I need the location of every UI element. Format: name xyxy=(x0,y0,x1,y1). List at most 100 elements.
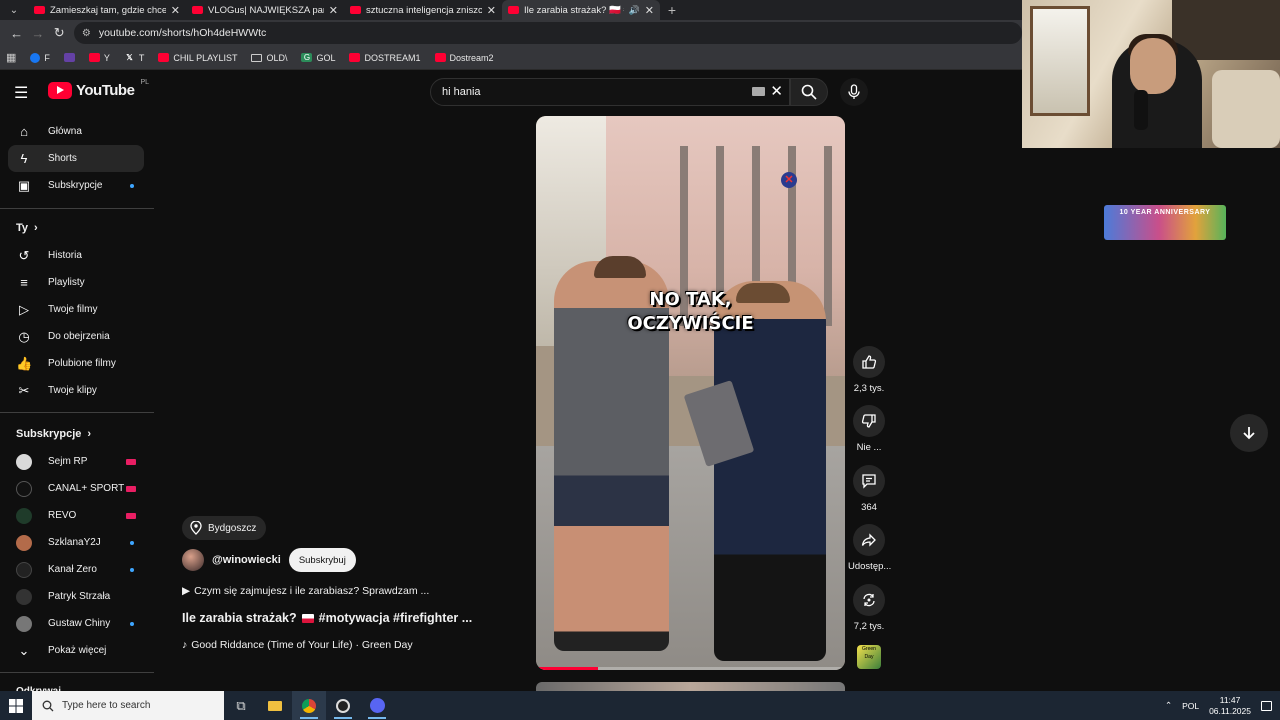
bookmark-facebook[interactable]: F xyxy=(30,52,50,63)
bookmark-youtube[interactable]: Y xyxy=(88,53,110,63)
logo-text: YouTube xyxy=(76,82,135,99)
youtube-play-icon xyxy=(48,82,72,99)
next-short-preview[interactable] xyxy=(536,682,845,691)
playlists-icon: ≡ xyxy=(20,275,28,290)
close-tab-icon[interactable]: ✕ xyxy=(329,4,338,17)
apps-grid-icon[interactable]: ▦ xyxy=(6,51,16,64)
sidebar-item-your-videos[interactable]: ▷ Twoje filmy xyxy=(8,296,144,323)
description-row[interactable]: ▶ Czym się zajmujesz i ile zarabiasz? Sp… xyxy=(182,585,429,597)
microphone-icon xyxy=(848,84,860,99)
music-row[interactable]: ♪ Good Riddance (Time of Your Life) · Gr… xyxy=(182,639,413,651)
dislike-action[interactable]: Nie ... xyxy=(848,405,890,453)
subscription-item[interactable]: Patryk Strzała xyxy=(8,583,144,610)
subscription-item[interactable]: Gustaw Chiny xyxy=(8,610,144,637)
sidebar-item-liked[interactable]: 👍 Polubione filmy xyxy=(8,350,144,377)
notifications-icon[interactable] xyxy=(1261,700,1272,711)
language-indicator[interactable]: POL xyxy=(1182,701,1199,711)
sidebar-item-shorts[interactable]: ϟ Shorts xyxy=(8,145,144,172)
video-title[interactable]: Ile zarabia strażak? #motywacja #firefig… xyxy=(182,611,472,625)
subscription-item[interactable]: CANAL+ SPORT xyxy=(8,475,144,502)
search-input[interactable]: hi hania ✕ xyxy=(430,78,790,106)
task-view-icon[interactable]: ⧉ xyxy=(224,691,258,720)
browser-tab[interactable]: VLOGus| NAJWIĘKSZA parada ✕ xyxy=(186,0,344,20)
voice-search-button[interactable] xyxy=(840,78,868,106)
like-button[interactable] xyxy=(853,346,885,378)
comments-action[interactable]: 364 xyxy=(848,465,890,513)
subscription-item[interactable]: Kanał Zero xyxy=(8,556,144,583)
youtube-favicon-icon xyxy=(508,6,519,14)
sidebar-item-playlists[interactable]: ≡ Playlisty xyxy=(8,269,144,296)
bookmark-label: Dostream2 xyxy=(449,52,494,63)
show-more-button[interactable]: ⌄ Pokaż więcej xyxy=(8,637,144,664)
dislike-button[interactable] xyxy=(853,405,885,437)
bookmark-twitch[interactable] xyxy=(63,53,75,62)
reload-icon[interactable]: ↻ xyxy=(49,25,70,41)
taskbar-search-input[interactable]: Type here to search xyxy=(32,691,224,720)
next-short-button[interactable] xyxy=(1230,414,1268,452)
speaker-icon[interactable]: 🔊 xyxy=(629,5,640,16)
remix-icon xyxy=(863,593,875,607)
obs-icon[interactable] xyxy=(326,691,360,720)
sidebar-item-subscriptions[interactable]: ▣ Subskrypcje xyxy=(8,172,144,199)
sidebar-item-label: Główna xyxy=(48,126,82,137)
short-video-player[interactable]: ✕ NO TAK, OCZYWIŚCIE xyxy=(536,116,845,670)
thumbs-down-icon xyxy=(861,414,876,428)
chrome-icon[interactable] xyxy=(292,691,326,720)
youtube-logo[interactable]: YouTube PL xyxy=(48,79,149,99)
sidebar-item-watch-later[interactable]: ◷ Do obejrzenia xyxy=(8,323,144,350)
bookmark-dostream1[interactable]: DOSTREAM1 xyxy=(349,53,421,63)
browser-tab-active[interactable]: Ile zarabia strażak? 🇵🇱 #mo 🔊 ✕ xyxy=(502,0,660,20)
address-bar[interactable]: ⚙ youtube.com/shorts/hOh4deHWWtc xyxy=(73,22,1022,44)
tab-search-icon[interactable]: ⌄ xyxy=(0,0,28,20)
close-tab-icon[interactable]: ✕ xyxy=(645,4,654,17)
site-info-icon[interactable]: ⚙ xyxy=(82,28,91,39)
comments-button[interactable] xyxy=(853,465,885,497)
close-tab-icon[interactable]: ✕ xyxy=(171,4,180,17)
search-button[interactable] xyxy=(790,78,828,106)
subscribe-button[interactable]: Subskrybuj xyxy=(288,548,356,572)
music-thumbnail[interactable]: Green Day xyxy=(857,645,881,669)
channel-avatar xyxy=(16,534,32,551)
remix-action[interactable]: 7,2 tys. xyxy=(848,584,890,632)
bookmark-chil-playlist[interactable]: CHIL PLAYLIST xyxy=(158,53,237,63)
back-icon[interactable]: ← xyxy=(6,26,27,41)
video-progress-bar[interactable] xyxy=(536,667,845,670)
channel-avatar[interactable] xyxy=(182,549,204,571)
bookmark-folder-old[interactable]: OLD\ xyxy=(251,53,287,63)
share-button[interactable] xyxy=(853,524,885,556)
video-hashtags[interactable]: #motywacja #firefighter ... xyxy=(319,611,473,625)
subscription-item[interactable]: SzklanaY2J xyxy=(8,529,144,556)
bookmark-dostream2[interactable]: Dostream2 xyxy=(434,52,494,63)
sidebar-item-history[interactable]: ↺ Historia xyxy=(8,242,144,269)
you-section-heading[interactable]: Ty › xyxy=(16,222,38,234)
subscription-item[interactable]: Sejm RP xyxy=(8,448,144,475)
close-tab-icon[interactable]: ✕ xyxy=(487,4,496,17)
keyboard-icon[interactable] xyxy=(752,87,765,96)
bookmark-gol[interactable]: G GOL xyxy=(301,53,335,63)
browser-tab[interactable]: Zamieszkaj tam, gdzie chcesz i ✕ xyxy=(28,0,186,20)
clock[interactable]: 11:47 06.11.2025 xyxy=(1209,695,1251,717)
subscriptions-icon: ▣ xyxy=(17,177,31,193)
share-action[interactable]: Udostęp... xyxy=(848,524,891,572)
location-chip[interactable]: Bydgoszcz xyxy=(182,516,267,540)
browser-tab[interactable]: sztuczna inteligencja zniszczyła ✕ xyxy=(344,0,502,20)
bookmark-label: F xyxy=(44,52,50,63)
subscription-item[interactable]: REVO xyxy=(8,502,144,529)
channel-name[interactable]: @winowiecki xyxy=(212,554,281,566)
discord-icon[interactable] xyxy=(360,691,394,720)
subscriptions-section-heading[interactable]: Subskrypcje › xyxy=(16,428,91,440)
sidebar-item-clips[interactable]: ✂ Twoje klipy xyxy=(8,377,144,404)
sidebar-item-home[interactable]: ⌂ Główna xyxy=(8,118,144,145)
menu-icon[interactable]: ☰ xyxy=(14,83,28,103)
bookmark-x[interactable]: 𝕏T xyxy=(124,53,144,63)
file-explorer-icon[interactable] xyxy=(258,691,292,720)
new-tab-icon[interactable]: + xyxy=(660,2,684,18)
sidebar-item-label: Twoje klipy xyxy=(48,385,97,396)
start-button[interactable] xyxy=(0,691,32,720)
remix-button[interactable] xyxy=(853,584,885,616)
like-action[interactable]: 2,3 tys. xyxy=(848,346,890,394)
chevron-up-icon[interactable]: ⌃ xyxy=(1165,700,1172,711)
clear-search-icon[interactable]: ✕ xyxy=(770,82,783,100)
forward-icon[interactable]: → xyxy=(27,26,48,41)
windows-icon xyxy=(9,698,23,713)
